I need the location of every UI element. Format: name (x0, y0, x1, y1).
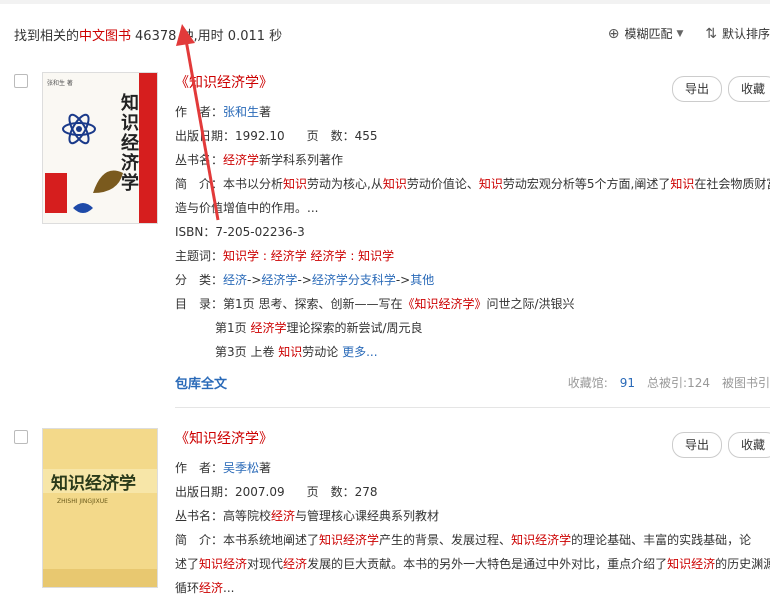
result-count: 46378 (135, 29, 177, 44)
author-line: 作 者：吴季松著 (175, 461, 272, 475)
favorite-button[interactable]: 收藏 (727, 76, 770, 102)
toc-line-3: 第3页 上卷 知识劳动论 更多... (215, 345, 378, 359)
cover-art: 知识经济学 ZHISHI JINGJIXUE (43, 429, 157, 587)
summary-language-link[interactable]: 中文图书 (79, 29, 131, 44)
select-checkbox[interactable] (14, 74, 28, 88)
abstract-line: 简 介：本书以分析知识劳动为核心,从知识劳动价值论、知识劳动宏观分析等5个方面,… (175, 177, 770, 191)
subject-keywords[interactable]: 知识学 : 经济学 经济学 : 知识学 (223, 249, 394, 263)
target-icon: ⊕ (607, 25, 620, 42)
default-sort-label: 默认排序 (721, 27, 770, 41)
series-line: 丛书名：高等院校经济与管理核心课经典系列教材 (175, 509, 440, 523)
record-info: 《知识经济学》 作 者：吴季松著 出版日期：2007.09 页 数：278 丛书名… (175, 428, 770, 600)
fuzzy-match-dropdown[interactable]: ⊕ 模糊匹配 ▼ (608, 25, 684, 42)
subject-line: 主题词：知识学 : 经济学 经济学 : 知识学 (175, 249, 395, 263)
toc-line-1: 目 录：第1页 思考、探索、创新——写在《知识经济学》问世之际/洪银兴 (175, 297, 575, 311)
svg-text:知识经济学: 知识经济学 (50, 473, 136, 494)
fuzzy-match-label: 模糊匹配 (624, 27, 673, 41)
caret-down-icon: ▼ (676, 28, 684, 39)
export-button[interactable]: 导出 (671, 76, 722, 102)
isbn-value: 7-205-02236-3 (215, 225, 305, 239)
page-count: 278 (354, 485, 378, 499)
record-divider (175, 407, 770, 408)
date-pages-line: 出版日期：1992.10 页 数：455 (175, 129, 378, 143)
svg-text:济: 济 (121, 152, 140, 174)
author-link[interactable]: 吴季松 (223, 461, 259, 475)
result-summary: 找到相关的中文图书 46378 种,用时 0.011 秒 (14, 25, 282, 44)
toc-line-2: 第1页 经济学理论探索的新尝试/周元良 (215, 321, 423, 335)
book-cover[interactable]: 知识经济学 ZHISHI JINGJIXUE (42, 428, 158, 588)
record-stats: 收藏馆: 91 总被引:124 被图书引 (544, 374, 770, 391)
svg-text:知: 知 (121, 92, 139, 114)
sort-icon: ⇅ (705, 25, 717, 42)
record-info: 《知识经济学》 作 者：张和生著 出版日期：1992.10 页 数：455 丛书名… (175, 72, 770, 396)
citation-stat: 总被引:124 (647, 376, 710, 390)
svg-text:识: 识 (121, 113, 139, 134)
fav-count-stat: 收藏馆: 91 (567, 376, 636, 390)
author-link[interactable]: 张和生 (223, 105, 259, 119)
summary-prefix: 找到相关的 (14, 29, 80, 44)
classification-line: 分 类：经济->经济学->经济学分支科学->其他 (175, 273, 435, 287)
more-link[interactable]: 更多... (342, 345, 377, 359)
select-checkbox[interactable] (14, 430, 28, 444)
book-cover[interactable]: 张和生 著 知 识 经 济 学 (42, 72, 158, 224)
cover-author: 张和生 著 (47, 79, 73, 87)
svg-text:ZHISHI JINGJIXUE: ZHISHI JINGJIXUE (57, 498, 108, 505)
cited-by-books-stat: 被图书引 (721, 376, 770, 390)
svg-text:学: 学 (121, 172, 139, 194)
fulltext-link[interactable]: 包库全文 (175, 377, 227, 392)
top-strip (0, 0, 770, 4)
favorite-button[interactable]: 收藏 (727, 432, 770, 458)
svg-text:经: 经 (121, 132, 139, 154)
abstract-line-2: 述了知识经济对现代经济发展的巨大贡献。本书的另外一大特色是通过中外对比，重点介绍… (175, 557, 770, 571)
author-line: 作 者：张和生著 (175, 105, 272, 119)
isbn-line: ISBN：7-205-02236-3 (175, 225, 305, 239)
abstract-line-2: 造与价值增值中的作用。... (175, 201, 319, 215)
date-pages-line: 出版日期：2007.09 页 数：278 (175, 485, 378, 499)
series-line: 丛书名：经济学新学科系列著作 (175, 153, 344, 167)
result-record-2: 知识经济学 ZHISHI JINGJIXUE 《知识经济学》 作 者：吴季松著 … (0, 428, 770, 595)
cover-art: 张和生 著 知 识 经 济 学 (43, 73, 157, 223)
result-record-1: 张和生 著 知 识 经 济 学 《知识经济学》 作 者：张和生著 出版日期：19… (0, 72, 770, 402)
default-sort-button[interactable]: ⇅ 默认排序 (705, 25, 770, 42)
page-count: 455 (354, 129, 378, 143)
abstract-line: 简 介：本书系统地阐述了知识经济学产生的背景、发展过程、知识经济学的理论基础、丰… (175, 533, 752, 547)
publish-date: 2007.09 (235, 485, 285, 499)
sort-bar: ⊕ 模糊匹配 ▼ ⇅ 默认排序 (590, 25, 770, 42)
abstract-line-3: 循环经济... (175, 581, 235, 595)
summary-suffix: 种,用时 0.011 秒 (180, 29, 283, 44)
action-buttons: 导出 收藏 (666, 432, 770, 458)
export-button[interactable]: 导出 (671, 432, 722, 458)
publish-date: 1992.10 (235, 129, 285, 143)
action-buttons: 导出 收藏 (666, 76, 770, 102)
